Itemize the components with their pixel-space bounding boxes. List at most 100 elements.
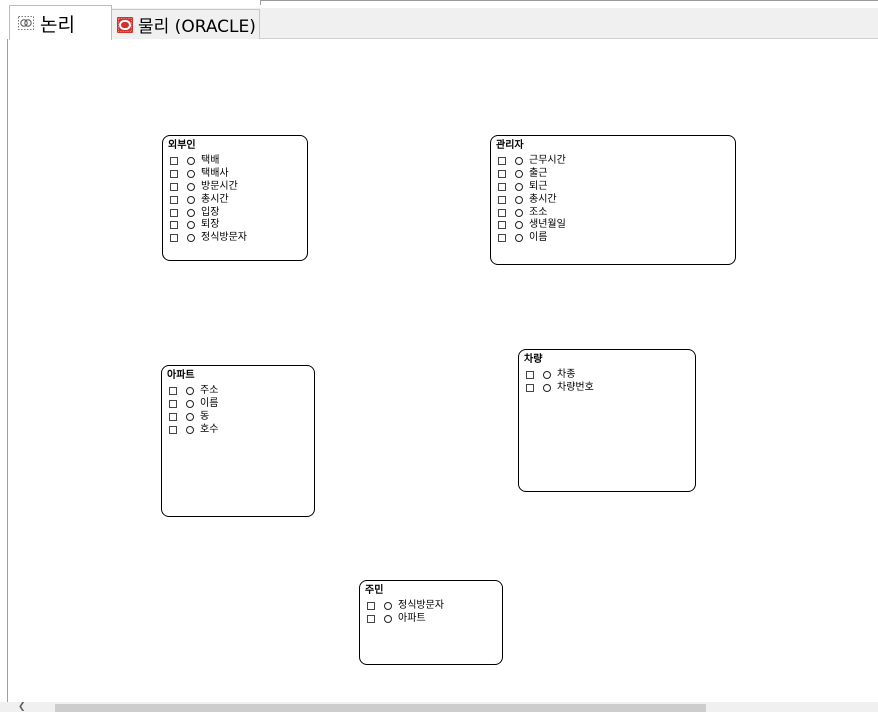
attribute-name: 생년월일: [529, 219, 566, 231]
attribute-name: 차량번호: [557, 382, 594, 394]
key-checkbox-icon[interactable]: [169, 425, 177, 434]
key-checkbox-icon[interactable]: [170, 195, 178, 204]
attribute-name: 택배사: [201, 168, 229, 180]
key-checkbox-icon[interactable]: [498, 170, 506, 179]
optional-circle-icon: [187, 182, 195, 191]
optional-circle-icon: [186, 412, 194, 421]
attribute-name: 이름: [529, 232, 548, 244]
entity-title: 아파트: [167, 370, 195, 381]
attribute-row[interactable]: 생년월일: [496, 219, 731, 232]
attribute-name: 차종: [557, 369, 576, 381]
attribute-row[interactable]: 주소: [167, 385, 310, 398]
key-checkbox-icon[interactable]: [498, 221, 506, 230]
optional-circle-icon: [515, 221, 523, 230]
key-checkbox-icon[interactable]: [498, 157, 506, 166]
entity-apartment[interactable]: 아파트 주소 이름 동 호수: [161, 365, 315, 517]
attribute-row[interactable]: 정식방문자: [365, 600, 498, 613]
entity-title: 주민: [365, 585, 384, 596]
attribute-name: 퇴장: [201, 219, 220, 231]
key-checkbox-icon[interactable]: [169, 412, 177, 421]
attribute-name: 호수: [200, 423, 219, 435]
logical-model-icon: [18, 16, 34, 30]
entity-manager[interactable]: 관리자 근무시간 출근 퇴근 총시간 조소 생년월일 이름: [490, 135, 736, 265]
attribute-name: 택배: [201, 155, 220, 167]
key-checkbox-icon[interactable]: [170, 170, 178, 179]
key-checkbox-icon[interactable]: [170, 221, 178, 230]
key-checkbox-icon[interactable]: [526, 371, 534, 380]
optional-circle-icon: [187, 157, 195, 166]
attribute-name: 퇴근: [529, 180, 548, 192]
optional-circle-icon: [187, 208, 195, 217]
attribute-name: 출근: [529, 168, 548, 180]
optional-circle-icon: [187, 170, 195, 179]
entity-vehicle[interactable]: 차량 차종 차량번호: [518, 349, 696, 492]
key-checkbox-icon[interactable]: [498, 195, 506, 204]
attribute-row[interactable]: 아파트: [365, 613, 498, 626]
attribute-name: 총시간: [201, 193, 229, 205]
key-checkbox-icon[interactable]: [169, 387, 177, 396]
entity-visitor[interactable]: 외부인 택배 택배사 방문시간 총시간 입장 퇴장 정식방문자: [162, 135, 308, 261]
attribute-row[interactable]: 총시간: [168, 193, 303, 206]
diagram-canvas[interactable]: 외부인 택배 택배사 방문시간 총시간 입장 퇴장 정식방문자 관리자 근무시간…: [7, 39, 878, 702]
attribute-row[interactable]: 호수: [167, 423, 310, 436]
attribute-row[interactable]: 퇴장: [168, 219, 303, 232]
optional-circle-icon: [187, 221, 195, 230]
attribute-row[interactable]: 이름: [496, 232, 731, 245]
optional-circle-icon: [515, 234, 523, 243]
key-checkbox-icon[interactable]: [498, 234, 506, 243]
attribute-row[interactable]: 총시간: [496, 193, 731, 206]
optional-circle-icon: [384, 602, 392, 611]
optional-circle-icon: [384, 615, 392, 624]
oracle-db-icon: [117, 16, 133, 33]
tab-physical-oracle[interactable]: 물리 (ORACLE): [112, 9, 260, 39]
horizontal-scrollbar[interactable]: ❮: [0, 702, 878, 712]
attribute-row[interactable]: 택배사: [168, 168, 303, 181]
attribute-name: 근무시간: [529, 155, 566, 167]
attribute-name: 정식방문자: [201, 232, 247, 244]
entity-title: 차량: [524, 354, 543, 365]
attribute-row[interactable]: 차종: [524, 369, 691, 382]
attribute-row[interactable]: 입장: [168, 206, 303, 219]
attribute-name: 이름: [200, 398, 219, 410]
optional-circle-icon: [187, 234, 195, 243]
optional-circle-icon: [515, 195, 523, 204]
attribute-row[interactable]: 조소: [496, 206, 731, 219]
entity-resident[interactable]: 주민 정식방문자 아파트: [359, 580, 503, 665]
tab-physical-label: 물리 (ORACLE): [138, 17, 256, 37]
attribute-row[interactable]: 퇴근: [496, 181, 731, 194]
entity-title: 외부인: [168, 140, 196, 151]
key-checkbox-icon[interactable]: [526, 384, 534, 393]
attribute-row[interactable]: 정식방문자: [168, 232, 303, 245]
attribute-name: 정식방문자: [398, 600, 444, 612]
attribute-row[interactable]: 이름: [167, 398, 310, 411]
scrollbar-thumb[interactable]: [55, 704, 706, 712]
key-checkbox-icon[interactable]: [170, 234, 178, 243]
attribute-row[interactable]: 택배: [168, 155, 303, 168]
attribute-row[interactable]: 동: [167, 411, 310, 424]
scroll-left-arrow-icon[interactable]: ❮: [18, 703, 26, 712]
key-checkbox-icon[interactable]: [367, 602, 375, 611]
key-checkbox-icon[interactable]: [367, 615, 375, 624]
tab-logical[interactable]: 논리: [9, 5, 112, 40]
optional-circle-icon: [515, 182, 523, 191]
diagram-tab-bar: 논리 물리 (ORACLE): [0, 0, 878, 40]
optional-circle-icon: [186, 387, 194, 396]
key-checkbox-icon[interactable]: [498, 182, 506, 191]
attribute-row[interactable]: 차량번호: [524, 382, 691, 395]
optional-circle-icon: [543, 371, 551, 380]
key-checkbox-icon[interactable]: [170, 208, 178, 217]
attribute-name: 방문시간: [201, 180, 238, 192]
tab-logical-label: 논리: [40, 13, 75, 36]
attribute-row[interactable]: 출근: [496, 168, 731, 181]
optional-circle-icon: [543, 384, 551, 393]
key-checkbox-icon[interactable]: [498, 208, 506, 217]
key-checkbox-icon[interactable]: [169, 400, 177, 409]
attribute-row[interactable]: 근무시간: [496, 155, 731, 168]
attribute-name: 주소: [200, 385, 219, 397]
attribute-row[interactable]: 방문시간: [168, 181, 303, 194]
attribute-name: 입장: [201, 206, 220, 218]
optional-circle-icon: [186, 425, 194, 434]
optional-circle-icon: [187, 195, 195, 204]
key-checkbox-icon[interactable]: [170, 157, 178, 166]
key-checkbox-icon[interactable]: [170, 182, 178, 191]
